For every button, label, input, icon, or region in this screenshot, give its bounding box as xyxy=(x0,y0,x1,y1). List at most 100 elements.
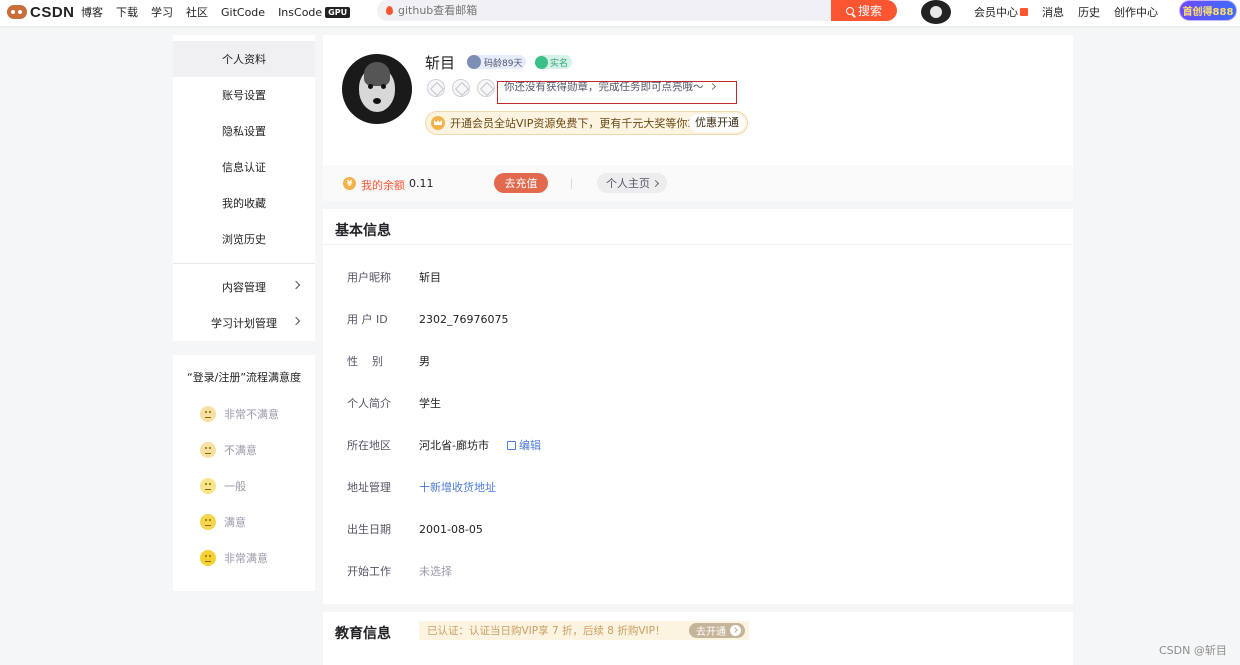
info-value: 河北省-廊坊市 xyxy=(419,439,489,452)
messages-link[interactable]: 消息 xyxy=(1042,4,1064,21)
medal-icon[interactable] xyxy=(427,79,445,97)
creator-center-link[interactable]: 创作中心 xyxy=(1114,4,1158,21)
main-nav: 博客 下载 学习 社区 GitCode InsCode GPU xyxy=(81,4,363,21)
chevron-right-icon xyxy=(651,179,660,187)
medal-icon[interactable] xyxy=(452,79,470,97)
grin-face-icon xyxy=(200,550,216,566)
survey-option-label: 一般 xyxy=(224,480,246,493)
search-bar: 搜索 xyxy=(377,0,897,21)
sidebar-divider xyxy=(173,263,315,264)
education-open-label: 去开通 xyxy=(696,627,726,638)
vip-center-label: 会员中心 xyxy=(974,6,1018,19)
balance-row: ¥ 我的余额 0.11 去充值 个人主页 xyxy=(323,165,1073,201)
satisfaction-survey: “登录/注册”流程满意度 非常不满意 不满意 一般 满意 非常满意 xyxy=(173,355,315,591)
info-value: 未选择 xyxy=(419,565,452,578)
smile-face-icon xyxy=(200,514,216,530)
info-row-bio[interactable]: 个人简介 学生 xyxy=(347,395,441,411)
info-key: 出生日期 xyxy=(347,523,391,536)
section-title: 教育信息 xyxy=(335,626,391,642)
verified-person-icon xyxy=(535,55,548,69)
search-button[interactable]: 搜索 xyxy=(831,0,897,21)
nav-inscode-label: InsCode xyxy=(278,6,323,19)
profile-avatar[interactable] xyxy=(342,54,412,124)
balance-value: 0.11 xyxy=(409,177,434,190)
sidebar-item-privacy[interactable]: 隐私设置 xyxy=(173,113,315,149)
survey-option-satisfied[interactable]: 满意 xyxy=(200,513,246,531)
sidebar-item-content-label: 内容管理 xyxy=(222,281,266,294)
sidebar-item-study-plan-label: 学习计划管理 xyxy=(211,317,277,330)
yen-icon: ¥ xyxy=(343,177,356,190)
survey-option-label: 非常满意 xyxy=(224,552,268,565)
arrow-right-icon xyxy=(730,625,741,636)
search-icon xyxy=(845,6,854,15)
sidebar-item-study-plan[interactable]: 学习计划管理 xyxy=(173,305,315,341)
search-input[interactable] xyxy=(398,4,778,17)
survey-option-very-satisfied[interactable]: 非常满意 xyxy=(200,549,268,567)
nav-community[interactable]: 社区 xyxy=(186,4,208,21)
info-value: 斩目 xyxy=(419,271,441,284)
vip-promo-text: 开通会员全站VIP资源免费下，更有千元大奖等你拿 xyxy=(450,117,699,130)
code-age-label: 码龄89天 xyxy=(484,58,523,69)
nav-inscode[interactable]: InsCode GPU xyxy=(278,4,351,21)
vip-open-button[interactable]: 优惠开通 xyxy=(689,114,745,132)
info-key: 用 户 ID xyxy=(347,313,388,326)
history-link[interactable]: 历史 xyxy=(1078,4,1100,21)
survey-option-label: 满意 xyxy=(224,516,246,529)
recharge-button[interactable]: 去充值 xyxy=(494,173,548,193)
survey-option-neutral[interactable]: 一般 xyxy=(200,477,246,495)
education-card: 教育信息 已认证：认证当日购VIP享 7 折，后续 8 折购VIP！ 去开通 xyxy=(323,612,1073,665)
sidebar-item-profile[interactable]: 个人资料 xyxy=(173,41,315,77)
nav-gitcode[interactable]: GitCode xyxy=(221,4,265,21)
nav-download[interactable]: 下载 xyxy=(116,4,138,21)
section-divider xyxy=(323,244,1073,245)
top-navbar: CSDN 博客 下载 学习 社区 GitCode InsCodeGPU 搜索 会… xyxy=(0,0,1240,26)
user-avatar[interactable] xyxy=(921,0,951,24)
vip-center-link[interactable]: 会员中心 xyxy=(974,4,1028,21)
nav-blog[interactable]: 博客 xyxy=(81,4,103,21)
survey-title: “登录/注册”流程满意度 xyxy=(186,371,302,384)
search-button-label: 搜索 xyxy=(857,4,882,18)
sidebar-item-favorites[interactable]: 我的收藏 xyxy=(173,185,315,221)
verified-badge: 实名 xyxy=(535,55,573,69)
education-tip-text: 已认证：认证当日购VIP享 7 折，后续 8 折购VIP！ xyxy=(427,625,666,637)
chevron-right-icon xyxy=(708,82,716,91)
csdn-logo[interactable]: CSDN xyxy=(7,3,75,21)
vip-promo-bar: 开通会员全站VIP资源免费下，更有千元大奖等你拿 优惠开通 xyxy=(425,111,748,135)
search-box[interactable] xyxy=(377,0,837,21)
survey-option-very-unsatisfied[interactable]: 非常不满意 xyxy=(200,405,279,423)
chevron-right-icon xyxy=(291,316,301,326)
homepage-button[interactable]: 个人主页 xyxy=(597,173,667,193)
add-address-link[interactable]: 十新增收货地址 xyxy=(419,479,496,495)
sidebar-item-verification[interactable]: 信息认证 xyxy=(173,149,315,185)
basic-info-card: 基本信息 用户昵称 斩目 用 户 ID 2302_76976075 性 别 男 … xyxy=(323,209,1073,604)
info-row-nickname[interactable]: 用户昵称 斩目 xyxy=(347,269,441,285)
logo-text: CSDN xyxy=(30,3,75,21)
sidebar-item-content[interactable]: 内容管理 xyxy=(173,269,315,305)
info-value: 2001-08-05 xyxy=(419,522,483,536)
medal-hint-link[interactable]: 你还没有获得勋章，完成任务即可点亮哦～ xyxy=(497,81,737,104)
info-row-work-start[interactable]: 开始工作 未选择 xyxy=(347,563,452,579)
info-row-address: 地址管理 十新增收货地址 xyxy=(347,479,496,495)
edit-region-button[interactable]: 编辑 xyxy=(506,437,541,453)
info-value: 2302_76976075 xyxy=(419,312,509,326)
nav-learn[interactable]: 学习 xyxy=(151,4,173,21)
info-value: 男 xyxy=(419,355,430,368)
promo-button[interactable]: 首创得888 xyxy=(1179,0,1237,21)
sidebar-item-account[interactable]: 账号设置 xyxy=(173,77,315,113)
survey-option-unsatisfied[interactable]: 不满意 xyxy=(200,441,257,459)
code-age-badge: 码龄89天 xyxy=(467,55,527,69)
info-row-gender[interactable]: 性 别 男 xyxy=(347,353,430,369)
info-key: 性 别 xyxy=(347,355,383,368)
balance-label: 我的余额 xyxy=(361,179,405,192)
info-key: 用户昵称 xyxy=(347,271,391,284)
top-right-links: 会员中心 消息 历史 创作中心 xyxy=(974,4,1172,21)
gift-icon xyxy=(1020,8,1028,16)
sidebar-item-history[interactable]: 浏览历史 xyxy=(173,221,315,257)
info-row-birthday[interactable]: 出生日期 2001-08-05 xyxy=(347,521,483,537)
mascot-icon xyxy=(7,5,27,19)
neutral-face-icon xyxy=(200,478,216,494)
code-age-icon xyxy=(467,55,481,69)
education-open-button[interactable]: 去开通 xyxy=(689,623,745,638)
medal-icon[interactable] xyxy=(477,79,495,97)
gpu-tag: GPU xyxy=(325,7,351,18)
